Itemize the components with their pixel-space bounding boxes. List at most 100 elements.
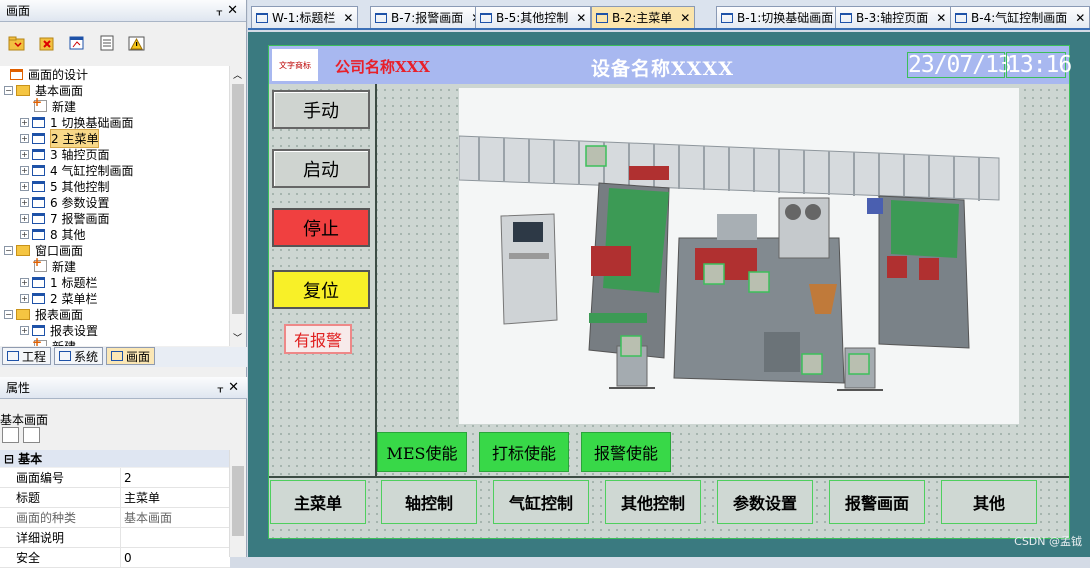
close-icon[interactable]: ✕ xyxy=(1075,11,1085,25)
property-row[interactable]: 安全 0 xyxy=(0,548,230,568)
scroll-thumb[interactable] xyxy=(232,466,244,536)
collapse-icon[interactable]: ⊟ xyxy=(4,452,14,466)
tree-scrollbar[interactable]: ︿ ﹀ xyxy=(229,66,246,346)
marking-enable-button[interactable]: 打标使能 xyxy=(479,432,569,472)
collapse-icon[interactable]: − xyxy=(4,245,13,255)
property-value[interactable]: 2 xyxy=(121,468,230,487)
tree-item[interactable]: +4 气缸控制画面 xyxy=(0,162,230,178)
tree-item[interactable]: +3 轴控页面 xyxy=(0,146,230,162)
nav-main-menu-button[interactable]: 主菜单 xyxy=(270,480,366,524)
close-icon[interactable]: ✕ xyxy=(343,11,353,25)
panel-toolbar xyxy=(6,32,148,54)
property-row[interactable]: 画面的种类 基本画面 xyxy=(0,508,230,528)
expand-icon[interactable]: + xyxy=(20,197,29,207)
tab-screen[interactable]: 画面 xyxy=(106,347,156,365)
nav-other-button[interactable]: 其他 xyxy=(941,480,1037,524)
expand-icon[interactable]: + xyxy=(20,181,29,191)
expand-icon[interactable]: + xyxy=(20,149,29,159)
tree-item[interactable]: +5 其他控制 xyxy=(0,178,230,194)
close-icon[interactable]: ✕ xyxy=(936,11,946,25)
nav-alarm-screen-button[interactable]: 报警画面 xyxy=(829,480,925,524)
tree-item[interactable]: +2 主菜单 xyxy=(0,128,230,148)
tab-document[interactable]: B-7:报警画面✕ xyxy=(370,6,487,28)
tab-system[interactable]: 系统 xyxy=(54,347,104,365)
tree-item[interactable]: +2 菜单栏 xyxy=(0,290,230,306)
manual-button[interactable]: 手动 xyxy=(272,90,370,129)
expand-icon[interactable]: + xyxy=(20,117,29,127)
tab-project[interactable]: 工程 xyxy=(2,347,52,365)
conveyor xyxy=(458,135,1000,201)
tree-item[interactable]: +6 参数设置 xyxy=(0,194,230,210)
screen-icon xyxy=(10,68,23,80)
properties-grid: 画面编号 2 标题 主菜单 画面的种类 基本画面 详细说明 安全 0 xyxy=(0,468,230,568)
tab-document[interactable]: B-4:气缸控制画面 ✕ xyxy=(950,6,1090,28)
tab-document[interactable]: B-5:其他控制 ✕ xyxy=(475,6,592,28)
expand-icon[interactable]: + xyxy=(20,325,29,335)
properties-scrollbar[interactable] xyxy=(229,450,246,557)
tree-item[interactable]: 新建 xyxy=(0,335,230,346)
scroll-down-icon[interactable]: ﹀ xyxy=(233,331,242,344)
screen-properties-icon[interactable] xyxy=(66,32,88,54)
expand-icon[interactable]: + xyxy=(20,213,29,223)
property-row[interactable]: 画面编号 2 xyxy=(0,468,230,488)
property-value[interactable]: 基本画面 xyxy=(121,508,230,527)
tree-item[interactable]: 画面的设计 xyxy=(0,66,230,82)
collapse-icon[interactable]: − xyxy=(4,85,13,95)
sort-alpha-icon[interactable] xyxy=(23,427,40,443)
tree-item[interactable]: − 报表画面 xyxy=(0,306,230,322)
delete-icon[interactable] xyxy=(36,32,58,54)
nav-cylinder-control-button[interactable]: 气缸控制 xyxy=(493,480,589,524)
list-icon[interactable] xyxy=(96,32,118,54)
property-row[interactable]: 标题 主菜单 xyxy=(0,488,230,508)
tab-document[interactable]: B-3:轴控页面 ✕ xyxy=(835,6,952,28)
stop-button[interactable]: 停止 xyxy=(272,208,370,247)
sort-category-icon[interactable] xyxy=(2,427,19,443)
tab-document[interactable]: B-2:主菜单 ✕ xyxy=(591,6,696,28)
scroll-up-icon[interactable]: ︿ xyxy=(233,68,242,81)
tree-item-label: 2 菜单栏 xyxy=(50,291,98,306)
tree-item[interactable]: +7 报警画面 xyxy=(0,210,230,226)
collapse-icon[interactable]: − xyxy=(4,309,13,319)
close-icon[interactable]: ✕ xyxy=(576,11,586,25)
expand-icon[interactable]: + xyxy=(20,277,29,287)
property-row[interactable]: 详细说明 xyxy=(0,528,230,548)
property-value[interactable]: 0 xyxy=(121,548,230,567)
scroll-thumb[interactable] xyxy=(232,84,244,314)
screen-tree: 画面的设计−基本画面新建+1 切换基础画面+2 主菜单+3 轴控页面+4 气缸控… xyxy=(0,66,230,346)
pin-icon[interactable]: ᚁ xyxy=(217,4,222,17)
close-icon[interactable]: ✕ xyxy=(228,380,239,395)
nav-axis-control-button[interactable]: 轴控制 xyxy=(381,480,477,524)
nav-other-control-button[interactable]: 其他控制 xyxy=(605,480,701,524)
start-button[interactable]: 启动 xyxy=(272,149,370,188)
expand-icon[interactable]: + xyxy=(20,229,29,239)
mes-enable-button[interactable]: MES使能 xyxy=(377,432,467,472)
tree-item[interactable]: +1 标题栏 xyxy=(0,274,230,290)
properties-object: 基本画面 xyxy=(0,413,49,427)
tree-item[interactable]: +8 其他 xyxy=(0,226,230,242)
tab-document[interactable]: W-1:标题栏 ✕ xyxy=(251,6,359,28)
expand-icon[interactable]: + xyxy=(20,165,29,175)
system-icon xyxy=(59,351,72,361)
reset-button[interactable]: 复位 xyxy=(272,270,370,309)
date-display: 23/07/13 xyxy=(907,52,1012,78)
tree-item-label: 画面的设计 xyxy=(28,67,89,82)
tree-item-label: 报表设置 xyxy=(50,323,99,338)
alarm-enable-button[interactable]: 报警使能 xyxy=(581,432,671,472)
tree-item[interactable]: 新建 xyxy=(0,95,230,114)
open-folder-icon[interactable] xyxy=(6,32,28,54)
tree-item[interactable]: 新建 xyxy=(0,255,230,274)
properties-section[interactable]: ⊟ 基本 xyxy=(0,450,230,467)
nav-parameter-settings-button[interactable]: 参数设置 xyxy=(717,480,813,524)
close-icon[interactable]: ✕ xyxy=(680,11,690,25)
warning-icon[interactable] xyxy=(126,32,148,54)
expand-icon[interactable]: + xyxy=(20,293,29,303)
alarm-indicator[interactable]: 有报警 xyxy=(284,324,352,354)
property-value[interactable] xyxy=(121,528,230,547)
pin-icon[interactable]: ᚁ xyxy=(218,381,223,394)
folder-icon xyxy=(16,84,30,96)
close-icon[interactable]: ✕ xyxy=(227,3,238,18)
property-value[interactable]: 主菜单 xyxy=(121,488,230,507)
tree-item[interactable]: +1 切换基础画面 xyxy=(0,114,230,130)
property-key: 标题 xyxy=(0,488,121,507)
expand-icon[interactable]: + xyxy=(20,133,29,143)
